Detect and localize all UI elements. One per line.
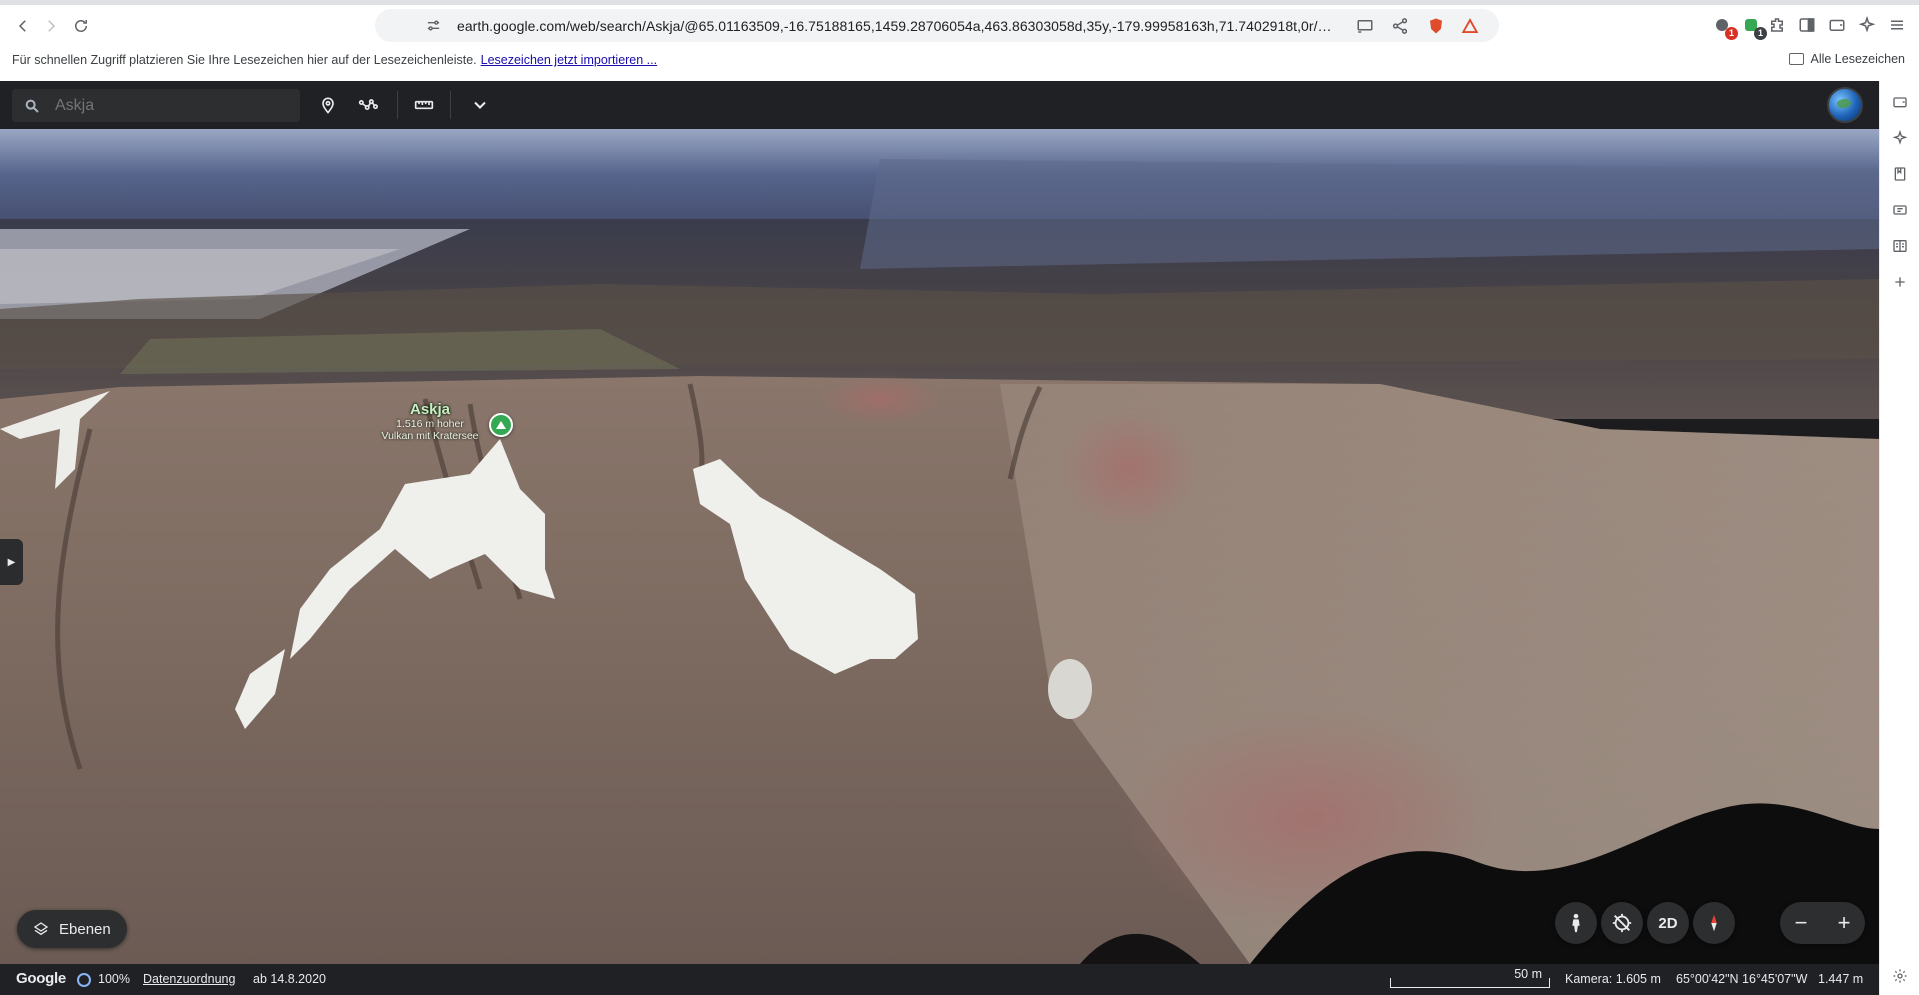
browser-chrome: earth.google.com/web/search/Askja/@65.01… xyxy=(0,0,1919,81)
google-earth-app: ▶ Askja 1.516 m hoher Vulkan mit Kraters… xyxy=(0,81,1879,995)
loading-indicator-icon xyxy=(77,973,91,987)
measure-button[interactable] xyxy=(411,92,437,118)
extensions-puzzle-icon[interactable] xyxy=(1767,15,1787,35)
url-text[interactable]: earth.google.com/web/search/Askja/@65.01… xyxy=(457,17,1337,35)
leo-panel-icon[interactable] xyxy=(1891,129,1909,147)
tab-strip-edge xyxy=(0,0,1919,5)
chevron-down-icon xyxy=(474,101,486,109)
account-globe-icon[interactable] xyxy=(1827,87,1863,123)
bookmarks-hint-text: Für schnellen Zugriff platzieren Sie Ihr… xyxy=(12,53,477,67)
chevron-right-icon: ▶ xyxy=(7,556,16,568)
street-view-button[interactable] xyxy=(1555,902,1597,944)
camera-altitude: Kamera: 1.605 m xyxy=(1565,972,1661,986)
all-bookmarks-button[interactable]: Alle Lesezeichen xyxy=(1789,52,1905,66)
search-input[interactable] xyxy=(55,93,285,118)
settings-gear-icon[interactable] xyxy=(1891,967,1909,985)
earth-3d-view[interactable] xyxy=(0,129,1879,964)
brave-rewards-icon[interactable] xyxy=(1460,16,1480,36)
search-icon xyxy=(25,99,39,113)
extension-2-icon[interactable]: 1 xyxy=(1741,15,1767,40)
add-panel-icon[interactable] xyxy=(1891,273,1909,291)
add-placemark-button[interactable] xyxy=(315,92,341,118)
loading-percent: 100% xyxy=(98,972,130,986)
arrow-right-icon xyxy=(48,20,56,32)
coordinates: 65°00'42"N 16°45'07"W xyxy=(1676,972,1808,986)
place-label[interactable]: Askja 1.516 m hoher Vulkan mit Kratersee xyxy=(350,401,510,442)
compass-button[interactable] xyxy=(1693,902,1735,944)
wallet-panel-icon[interactable] xyxy=(1891,93,1909,111)
place-name[interactable]: Askja xyxy=(350,401,510,418)
place-description-line-1: 1.516 m hoher xyxy=(396,418,464,430)
toolbar-divider xyxy=(397,91,398,119)
plus-icon: + xyxy=(1837,910,1851,935)
bookmarks-bar: Für schnellen Zugriff platzieren Sie Ihr… xyxy=(0,50,1919,72)
share-icon[interactable] xyxy=(1390,16,1410,36)
search-box[interactable] xyxy=(12,89,300,122)
layers-label: Ebenen xyxy=(59,920,111,938)
bookmarks-panel-icon[interactable] xyxy=(1891,165,1909,183)
leo-ai-icon[interactable] xyxy=(1857,15,1877,35)
history-panel-icon[interactable] xyxy=(1891,237,1909,255)
map-controls: 2D − + xyxy=(1555,902,1865,952)
brave-shields-icon[interactable] xyxy=(1426,16,1446,36)
expand-panel-button[interactable]: ▶ xyxy=(0,539,23,585)
site-settings-icon[interactable] xyxy=(425,17,442,34)
import-bookmarks-link[interactable]: Lesezeichen jetzt importieren ... xyxy=(481,53,657,67)
mountain-icon xyxy=(496,421,506,429)
pegman-icon xyxy=(1572,913,1580,933)
red-soil-3 xyxy=(820,374,940,424)
forward-button[interactable] xyxy=(38,13,64,39)
toolbar-divider xyxy=(450,91,451,119)
menu-icon[interactable] xyxy=(1887,15,1907,35)
scale-label: 50 m xyxy=(1514,967,1542,981)
extension-1-icon[interactable]: 1 xyxy=(1712,15,1738,40)
browser-side-panel xyxy=(1879,81,1919,995)
reload-button[interactable] xyxy=(68,13,94,39)
ruler-icon xyxy=(414,100,434,110)
zoom-in-button[interactable]: + xyxy=(1823,902,1865,944)
compass-icon xyxy=(1711,914,1717,932)
layers-icon xyxy=(33,922,49,936)
google-logo: Google xyxy=(16,970,66,987)
bookmarks-hint: Für schnellen Zugriff platzieren Sie Ihr… xyxy=(12,53,657,67)
volcano-marker[interactable] xyxy=(489,413,513,437)
attribution-link[interactable]: Datenzuordnung xyxy=(143,972,235,986)
earth-toolbar xyxy=(0,81,1879,129)
cast-icon[interactable] xyxy=(1355,16,1375,36)
imagery-date: ab 14.8.2020 xyxy=(253,972,326,986)
arrow-left-icon xyxy=(18,20,26,32)
tilt-reset-button[interactable] xyxy=(1601,902,1643,944)
placemark-icon xyxy=(322,97,334,114)
place-description-line-2: Vulkan mit Kratersee xyxy=(381,430,479,442)
folder-icon xyxy=(1789,53,1805,65)
more-tools-button[interactable] xyxy=(467,92,493,118)
red-soil-1 xyxy=(1060,409,1200,529)
zoom-out-button[interactable]: − xyxy=(1780,902,1822,944)
draw-path-button[interactable] xyxy=(355,92,381,118)
back-button[interactable] xyxy=(10,13,36,39)
extension-2-badge: 1 xyxy=(1754,27,1767,40)
no-tilt-icon xyxy=(1612,913,1632,933)
path-icon xyxy=(358,99,378,110)
all-bookmarks-label: Alle Lesezeichen xyxy=(1810,52,1905,66)
wallet-icon[interactable] xyxy=(1827,15,1847,35)
address-bar[interactable]: earth.google.com/web/search/Askja/@65.01… xyxy=(375,9,1499,42)
elevation: 1.447 m xyxy=(1818,972,1864,986)
snow-patch-5 xyxy=(1048,659,1092,719)
zoom-controls: − + xyxy=(1780,902,1865,944)
extension-1-badge: 1 xyxy=(1725,27,1738,40)
minus-icon: − xyxy=(1794,910,1808,935)
status-bar: Google 100% Datenzuordnung ab 14.8.2020 … xyxy=(0,964,1879,995)
reload-icon xyxy=(75,20,87,32)
layers-button[interactable]: Ebenen xyxy=(17,910,127,948)
reading-list-panel-icon[interactable] xyxy=(1891,201,1909,219)
sidebar-toggle-icon[interactable] xyxy=(1797,15,1817,35)
view-mode-toggle[interactable]: 2D xyxy=(1647,902,1689,944)
